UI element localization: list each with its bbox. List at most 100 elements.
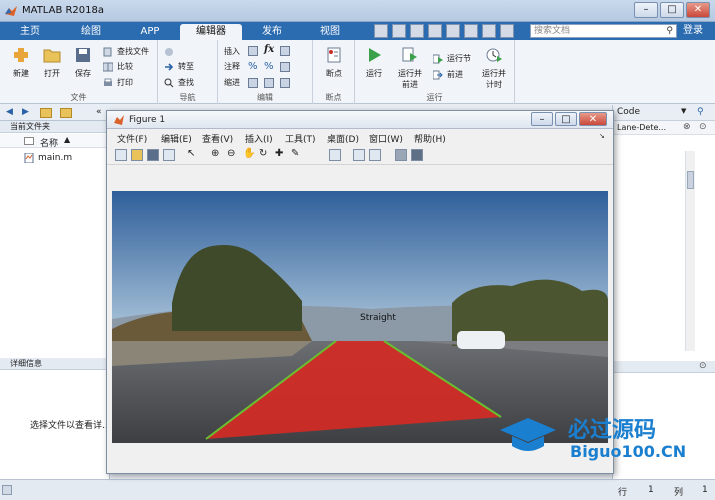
- redo-quick-icon[interactable]: [464, 24, 478, 38]
- close-button[interactable]: ✕: [686, 2, 710, 18]
- hide-plot-tools-icon[interactable]: [395, 149, 407, 161]
- brush-icon[interactable]: ✎: [291, 149, 303, 161]
- search-icon[interactable]: ⚲: [666, 25, 673, 37]
- advance-button[interactable]: 前进: [433, 68, 463, 81]
- open-button[interactable]: 打开: [37, 46, 67, 79]
- list-item[interactable]: main.m: [0, 151, 110, 165]
- search-icon[interactable]: ⚲: [697, 107, 704, 117]
- find-label: 查找: [178, 78, 194, 87]
- lane-detection-image: Straight: [112, 191, 608, 443]
- wrap-comments-icon[interactable]: [280, 62, 290, 72]
- undo-quick-icon[interactable]: [446, 24, 460, 38]
- paste-quick-icon[interactable]: [428, 24, 442, 38]
- menu-window[interactable]: 窗口(W): [369, 132, 403, 145]
- nav-back-forward[interactable]: [164, 45, 204, 58]
- panel-options-icon[interactable]: ⊙: [699, 122, 707, 132]
- tab-apps[interactable]: APP: [130, 24, 170, 40]
- print-button[interactable]: 打印: [103, 76, 133, 89]
- copy-quick-icon[interactable]: [410, 24, 424, 38]
- goto-button[interactable]: 转至: [164, 60, 194, 73]
- figure-minimize-button[interactable]: –: [531, 112, 553, 126]
- right-panel-topbar: Code ▼ ⚲: [613, 105, 715, 121]
- increase-indent-icon[interactable]: [280, 78, 290, 88]
- insert-icon[interactable]: [248, 46, 258, 56]
- menu-dock-icon[interactable]: ↘: [599, 132, 605, 140]
- edit-plot-icon[interactable]: ↖: [187, 149, 199, 161]
- tab-plots[interactable]: 绘图: [70, 24, 112, 40]
- comment-percent-icon[interactable]: %: [248, 62, 258, 72]
- rotate-icon[interactable]: ↻: [259, 149, 271, 161]
- path-collapse[interactable]: «: [96, 107, 102, 117]
- figure-close-button[interactable]: ✕: [579, 112, 607, 126]
- app-title: MATLAB R2018a: [22, 5, 105, 16]
- open-file-icon[interactable]: [131, 149, 143, 161]
- search-docs-placeholder: 搜索文档: [534, 26, 571, 36]
- tab-view[interactable]: 视图: [308, 24, 352, 40]
- run-section-button[interactable]: 运行节: [433, 52, 471, 65]
- graduation-cap-icon: [500, 418, 556, 451]
- cut-quick-icon[interactable]: [392, 24, 406, 38]
- forward-arrow-icon[interactable]: ▶: [22, 107, 29, 117]
- data-cursor-icon[interactable]: ✚: [275, 149, 287, 161]
- insert-button[interactable]: 插入: [222, 45, 240, 58]
- edit-group-label: 编辑: [257, 93, 273, 102]
- figure-maximize-button[interactable]: □: [555, 112, 577, 126]
- menu-file[interactable]: 文件(F): [117, 132, 147, 145]
- smart-indent-icon[interactable]: [248, 78, 258, 88]
- tab-home[interactable]: 主页: [10, 24, 50, 40]
- menu-insert[interactable]: 插入(I): [245, 132, 273, 145]
- minimize-button[interactable]: –: [634, 2, 658, 18]
- code-label: Code: [617, 107, 641, 117]
- run-advance-icon: [402, 47, 417, 62]
- back-arrow-icon[interactable]: ◀: [6, 107, 13, 117]
- print-figure-icon[interactable]: [163, 149, 175, 161]
- new-button[interactable]: 新建: [6, 46, 36, 79]
- legend-icon[interactable]: [369, 149, 381, 161]
- select-all-checkbox[interactable]: [24, 137, 34, 145]
- insert-section-icon[interactable]: [280, 46, 290, 56]
- save-figure-icon[interactable]: [147, 149, 159, 161]
- run-and-advance-button[interactable]: 运行并 前进: [393, 46, 427, 90]
- colorbar-icon[interactable]: [353, 149, 365, 161]
- current-folder-panel: 当前文件夹 名称 ▲ main.m 详细信息 选择文件以查看详...: [0, 121, 111, 479]
- save-quick-icon[interactable]: [374, 24, 388, 38]
- menu-view[interactable]: 查看(V): [202, 132, 233, 145]
- show-plot-tools-icon[interactable]: [411, 149, 423, 161]
- zoom-out-icon[interactable]: ⊖: [227, 149, 239, 161]
- menu-tools[interactable]: 工具(T): [285, 132, 316, 145]
- indent-button[interactable]: 缩进: [222, 76, 240, 89]
- browse-folder-icon[interactable]: [60, 108, 72, 118]
- search-docs-input[interactable]: 搜索文档 ⚲: [530, 24, 677, 38]
- link-plot-icon[interactable]: [329, 149, 341, 161]
- find-files-button[interactable]: 查找文件: [103, 45, 149, 58]
- login-link[interactable]: 登录: [683, 24, 703, 38]
- compare-button[interactable]: 比较: [103, 60, 133, 73]
- name-column-header[interactable]: 名称: [40, 136, 58, 149]
- vertical-scrollbar[interactable]: [685, 151, 695, 351]
- new-figure-icon[interactable]: [115, 149, 127, 161]
- breakpoints-button[interactable]: 断点: [319, 46, 349, 79]
- switch-windows-quick-icon[interactable]: [482, 24, 496, 38]
- fx-button[interactable]: fx: [264, 44, 274, 55]
- run-button[interactable]: 运行: [359, 46, 389, 79]
- up-folder-icon[interactable]: [40, 108, 52, 118]
- dropdown-arrow-icon[interactable]: ▼: [681, 107, 686, 115]
- save-button[interactable]: 保存: [68, 46, 98, 79]
- menu-desktop[interactable]: 桌面(D): [327, 132, 359, 145]
- pan-icon[interactable]: ✋: [243, 149, 255, 161]
- zoom-in-icon[interactable]: ⊕: [211, 149, 223, 161]
- find-button[interactable]: 查找: [164, 76, 194, 89]
- menu-help[interactable]: 帮助(H): [414, 132, 446, 145]
- menu-edit[interactable]: 编辑(E): [161, 132, 192, 145]
- maximize-button[interactable]: □: [660, 2, 684, 18]
- comment-button[interactable]: 注释: [222, 60, 240, 73]
- lower-options-icon[interactable]: ⊙: [699, 361, 707, 371]
- uncomment-percent-icon[interactable]: %: [264, 62, 274, 72]
- close-tab-icon[interactable]: ⊗: [683, 122, 691, 132]
- tab-editor[interactable]: 编辑器: [180, 24, 242, 40]
- tab-publish[interactable]: 发布: [250, 24, 294, 40]
- scrollbar-thumb[interactable]: [687, 171, 694, 189]
- decrease-indent-icon[interactable]: [264, 78, 274, 88]
- run-and-time-button[interactable]: 运行并 计时: [477, 46, 511, 90]
- help-quick-icon[interactable]: [500, 24, 514, 38]
